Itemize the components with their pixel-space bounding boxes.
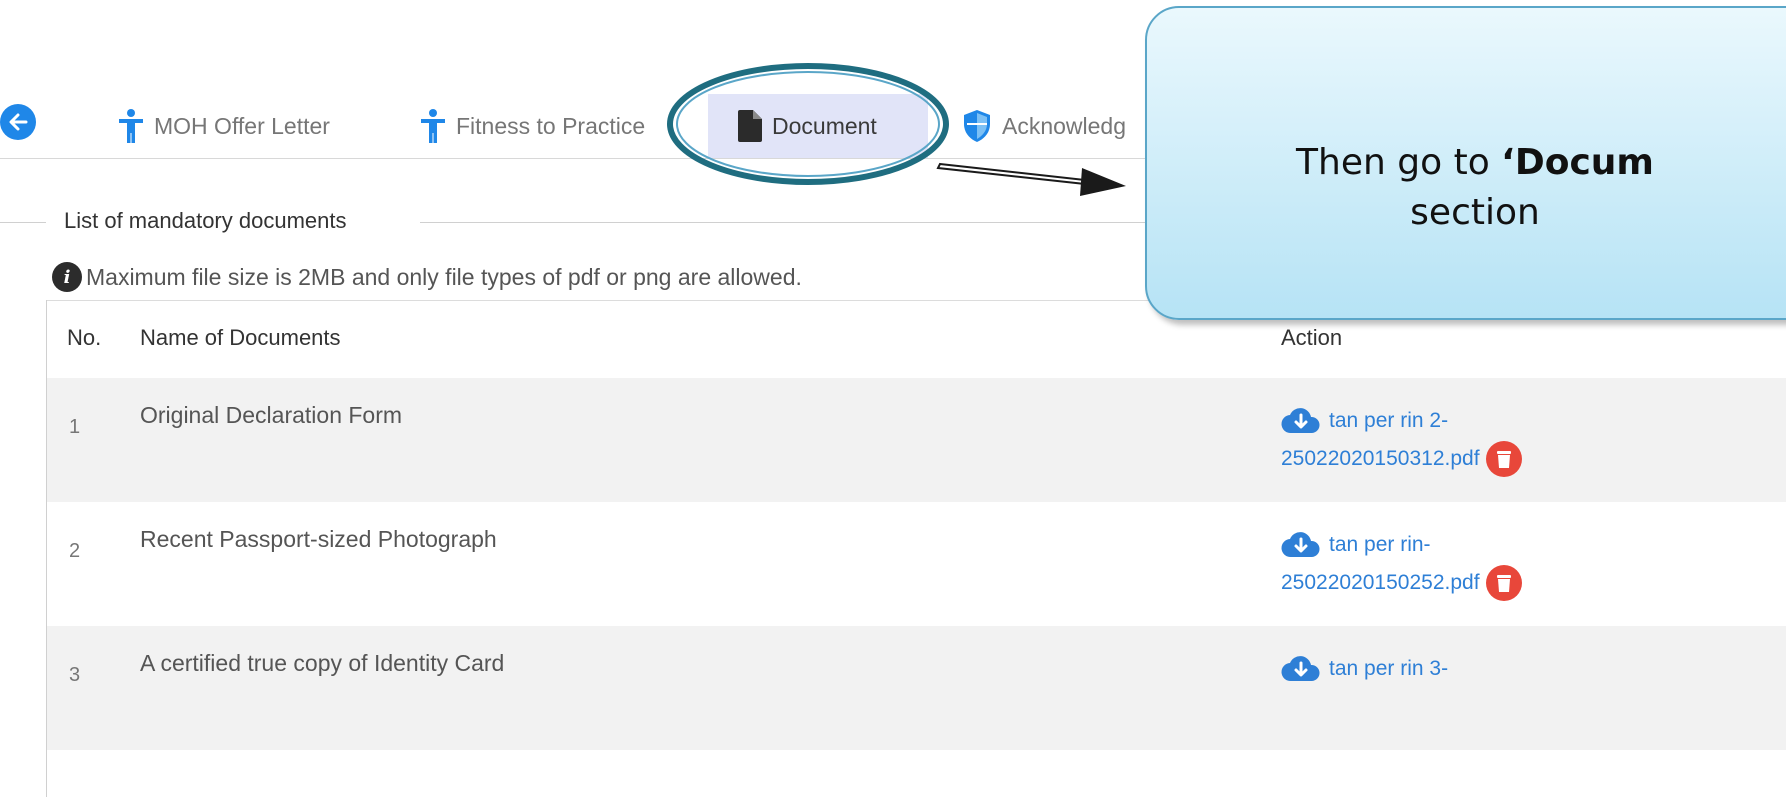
fieldset-legend: List of mandatory documents	[64, 208, 347, 233]
table-row: 2 Recent Passport-sized Photograph tan p…	[47, 502, 1786, 626]
action-cell: tan per rin 3-	[1281, 650, 1448, 688]
fieldset-border	[0, 222, 46, 223]
row-number: 1	[69, 416, 81, 438]
cloud-download-icon	[1281, 655, 1321, 683]
back-button[interactable]	[0, 104, 36, 140]
person-icon	[420, 109, 446, 143]
tab-label: Fitness to Practice	[456, 112, 646, 139]
action-cell: tan per rin 2- 25022020150312.pdf	[1281, 402, 1522, 478]
table-row: 3 A certified true copy of Identity Card…	[47, 626, 1786, 750]
delete-button[interactable]	[1485, 441, 1522, 477]
file-size-note-text: Maximum file size is 2MB and only file t…	[86, 263, 802, 290]
header-action: Action	[1281, 325, 1343, 350]
delete-button[interactable]	[1485, 565, 1522, 601]
tab-fitness-to-practice[interactable]: Fitness to Practice	[420, 94, 645, 158]
table-row: 1 Original Declaration Form tan per rin …	[47, 378, 1786, 502]
tab-acknowledgement[interactable]: Acknowledg	[962, 94, 1126, 158]
pointer-arrow	[936, 162, 1126, 196]
person-icon	[118, 109, 144, 143]
file-name-line2[interactable]: 25022020150312.pdf	[1281, 440, 1480, 478]
info-icon: i	[52, 262, 82, 292]
trash-icon	[1496, 575, 1511, 592]
callout-text-bold: ‘Docum	[1501, 142, 1654, 183]
tab-label: Acknowledg	[1002, 112, 1127, 139]
tab-label: MOH Offer Letter	[154, 112, 330, 139]
file-name-line1: tan per rin 3-	[1329, 657, 1449, 680]
cloud-download-icon	[1281, 407, 1321, 435]
document-icon	[738, 110, 762, 142]
file-size-note: i Maximum file size is 2MB and only file…	[52, 262, 802, 292]
download-link[interactable]: tan per rin 3-	[1281, 650, 1448, 688]
download-link[interactable]: tan per rin 2-	[1281, 402, 1522, 440]
tab-label: Document	[772, 112, 877, 139]
document-name: Recent Passport-sized Photograph	[140, 526, 497, 552]
tab-document[interactable]: Document	[708, 94, 928, 158]
callout-text-line2: section	[1410, 192, 1540, 233]
file-name-line2[interactable]: 25022020150252.pdf	[1281, 564, 1480, 602]
row-number: 2	[69, 540, 81, 562]
file-name-line1: tan per rin 2-	[1329, 409, 1449, 432]
document-name: A certified true copy of Identity Card	[140, 650, 505, 676]
action-cell: tan per rin- 25022020150252.pdf	[1281, 526, 1522, 602]
header-name: Name of Documents	[140, 325, 341, 350]
callout-text: Then go to ‘Docum section	[1195, 138, 1755, 238]
header-no: No.	[67, 325, 102, 350]
fieldset-border	[420, 222, 1180, 223]
documents-table: No. Name of Documents Action 1 Original …	[47, 300, 1786, 750]
callout-text-prefix: Then go to	[1296, 142, 1502, 183]
tab-moh-offer-letter[interactable]: MOH Offer Letter	[118, 94, 330, 158]
row-number: 3	[69, 664, 81, 686]
document-name: Original Declaration Form	[140, 402, 403, 428]
file-name-line1: tan per rin-	[1329, 533, 1431, 556]
download-link[interactable]: tan per rin-	[1281, 526, 1522, 564]
shield-icon	[962, 109, 992, 143]
cloud-download-icon	[1281, 531, 1321, 559]
trash-icon	[1496, 451, 1511, 468]
arrow-left-icon	[9, 113, 28, 131]
